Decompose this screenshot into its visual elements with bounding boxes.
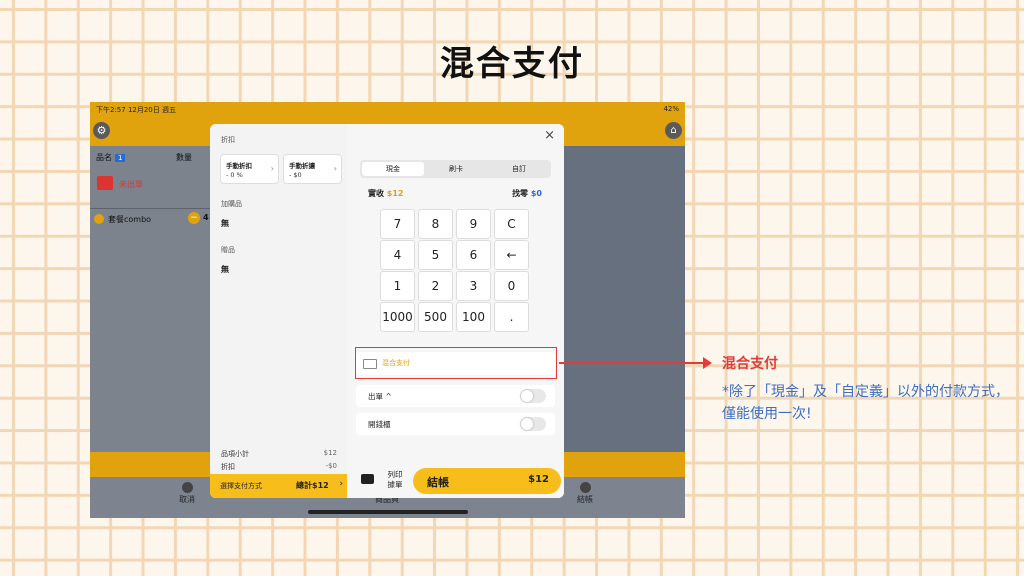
status-time: 下午2:57 12月20日 週五: [96, 106, 176, 114]
discount-label: 折扣: [221, 136, 235, 144]
manual-reduction-card[interactable]: 手動折讓 - $0 ›: [283, 154, 342, 184]
list-item[interactable]: 套餐combo − 4: [90, 208, 212, 229]
cash-drawer-toggle[interactable]: [520, 417, 546, 431]
item-name: 套餐combo: [108, 215, 152, 224]
pay-total: 總計$12: [296, 481, 329, 490]
key-1[interactable]: 1: [380, 271, 415, 301]
print-receipt-label: 列印 據單: [387, 470, 403, 489]
tab-card[interactable]: 刷卡: [425, 162, 487, 176]
battery-status: 42%: [663, 105, 679, 113]
key-9[interactable]: 9: [456, 209, 491, 239]
annotation-arrow-line: [559, 362, 705, 364]
key-1000[interactable]: 1000: [380, 302, 415, 332]
key-0[interactable]: 0: [494, 271, 529, 301]
checkout-label: 結帳: [427, 476, 449, 489]
cancel-icon: [181, 482, 193, 493]
home-icon[interactable]: ⌂: [665, 122, 682, 139]
key-500[interactable]: 500: [418, 302, 453, 332]
print-receipt-button[interactable]: 列印 據單: [347, 466, 411, 498]
right-panel: [563, 146, 685, 452]
key-5[interactable]: 5: [418, 240, 453, 270]
key-2[interactable]: 2: [418, 271, 453, 301]
key-6[interactable]: 6: [456, 240, 491, 270]
cash-drawer-row: 開錢櫃: [356, 413, 555, 435]
modal-payment-panel: × 現金 刷卡 自訂 實收 $12 找零 $0 7 8 9 C 4 5 6 ← …: [347, 124, 564, 498]
checkout-button[interactable]: 結帳 $12: [413, 468, 561, 494]
count-badge: 1: [115, 154, 126, 162]
key-3[interactable]: 3: [456, 271, 491, 301]
tab-custom[interactable]: 自訂: [488, 162, 550, 176]
cash-drawer-label: 開錢櫃: [368, 420, 391, 429]
manual-discount-value: - 0 %: [226, 171, 243, 179]
key-100[interactable]: 100: [456, 302, 491, 332]
order-status-row[interactable]: 未出單: [93, 172, 209, 200]
key-backspace[interactable]: ←: [494, 240, 529, 270]
pay-method-bar[interactable]: 選擇支付方式 總計$12 ›: [210, 474, 347, 498]
checkout-amount: $12: [528, 474, 549, 485]
key-dot[interactable]: .: [494, 302, 529, 332]
addon-value: 無: [221, 219, 229, 228]
print-order-label: 出單 ^: [368, 392, 392, 401]
printer-icon: [97, 176, 113, 190]
gear-icon[interactable]: ⚙: [93, 122, 110, 139]
key-8[interactable]: 8: [418, 209, 453, 239]
item-icon: [94, 214, 104, 224]
print-order-toggle[interactable]: [520, 389, 546, 403]
order-status: 未出單: [119, 180, 143, 189]
order-panel: 品名1 數量 未出單 套餐combo − 4 會員 折扣: [90, 146, 222, 494]
home-indicator: [308, 510, 468, 514]
discount-sum-row: 折扣 -$0: [221, 462, 337, 471]
printer-icon: [361, 474, 374, 484]
gift-label: 贈品: [221, 246, 235, 254]
received-amount: 實收 $12: [368, 189, 404, 198]
column-header-qty: 數量: [176, 153, 192, 162]
chevron-right-icon: ›: [270, 164, 274, 173]
close-icon[interactable]: ×: [544, 128, 555, 143]
chevron-right-icon: ›: [333, 164, 337, 173]
payment-type-tabs: 現金 刷卡 自訂: [360, 160, 551, 178]
chevron-right-icon: ›: [339, 479, 343, 489]
addon-label: 加購品: [221, 200, 242, 208]
manual-reduction-title: 手動折讓: [289, 162, 315, 170]
pay-method-label: 選擇支付方式: [220, 482, 262, 490]
manual-reduction-value: - $0: [289, 171, 302, 179]
key-clear[interactable]: C: [494, 209, 529, 239]
slide-title: 混合支付: [440, 44, 584, 84]
change-amount: 找零 $0: [512, 189, 542, 198]
gift-value: 無: [221, 265, 229, 274]
subtotal-row: 品項小計 $12: [221, 449, 337, 458]
checkout-icon: [579, 482, 591, 493]
modal-summary-panel: 折扣 手動折扣 - 0 % › 手動折讓 - $0 › 加購品 無 贈品 無 品…: [210, 124, 348, 498]
key-7[interactable]: 7: [380, 209, 415, 239]
payment-modal: 折扣 手動折扣 - 0 % › 手動折讓 - $0 › 加購品 無 贈品 無 品…: [210, 124, 564, 498]
annotation-description: *除了「現金」及「自定義」以外的付款方式，僅能使用一次!: [722, 384, 1009, 422]
arrow-right-icon: [703, 357, 712, 369]
ipad-screenshot: 下午2:57 12月20日 週五 42% ⚙ ⌂ 品名 1 數量 未出單 套餐co…: [90, 102, 685, 518]
print-order-row: 出單 ^: [356, 385, 555, 407]
annotation-title: 混合支付: [722, 356, 778, 372]
manual-discount-card[interactable]: 手動折扣 - 0 % ›: [220, 154, 279, 184]
key-4[interactable]: 4: [380, 240, 415, 270]
column-header-name: 品名 1: [96, 152, 126, 163]
highlight-frame: [355, 347, 557, 379]
manual-discount-title: 手動折扣: [226, 162, 252, 170]
item-qty: 4: [203, 213, 209, 222]
tab-cash[interactable]: 現金: [362, 162, 424, 176]
minus-icon[interactable]: −: [188, 212, 200, 224]
